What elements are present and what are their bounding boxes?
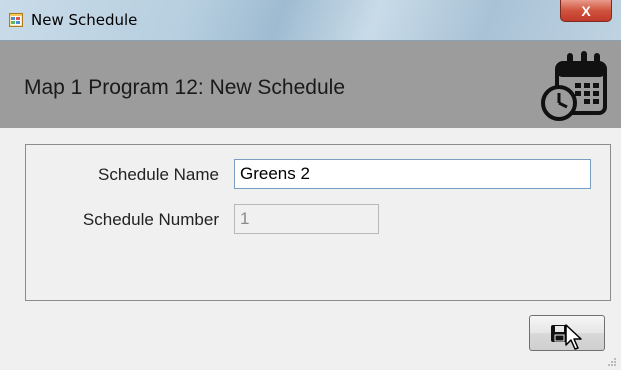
- mouse-cursor-icon: [565, 324, 582, 350]
- page-title: Map 1 Program 12: New Schedule: [24, 76, 345, 99]
- title-bar: New Schedule X: [0, 0, 621, 41]
- header-band: Map 1 Program 12: New Schedule: [0, 41, 621, 128]
- schedule-number-label: Schedule Number: [82, 210, 219, 229]
- schedule-number-input: [234, 204, 379, 234]
- window-title: New Schedule: [31, 11, 138, 29]
- close-button[interactable]: X: [560, 0, 612, 22]
- schedule-name-input[interactable]: [234, 159, 591, 189]
- new-schedule-window: New Schedule X Map 1 Program 12: New Sch…: [0, 0, 621, 370]
- close-icon: X: [581, 2, 591, 19]
- schedule-name-label: Schedule Name: [98, 165, 219, 184]
- save-button[interactable]: [529, 315, 605, 351]
- app-window-icon: [9, 13, 23, 27]
- calendar-clock-icon: [541, 51, 607, 121]
- resize-grip-icon[interactable]: [604, 356, 618, 368]
